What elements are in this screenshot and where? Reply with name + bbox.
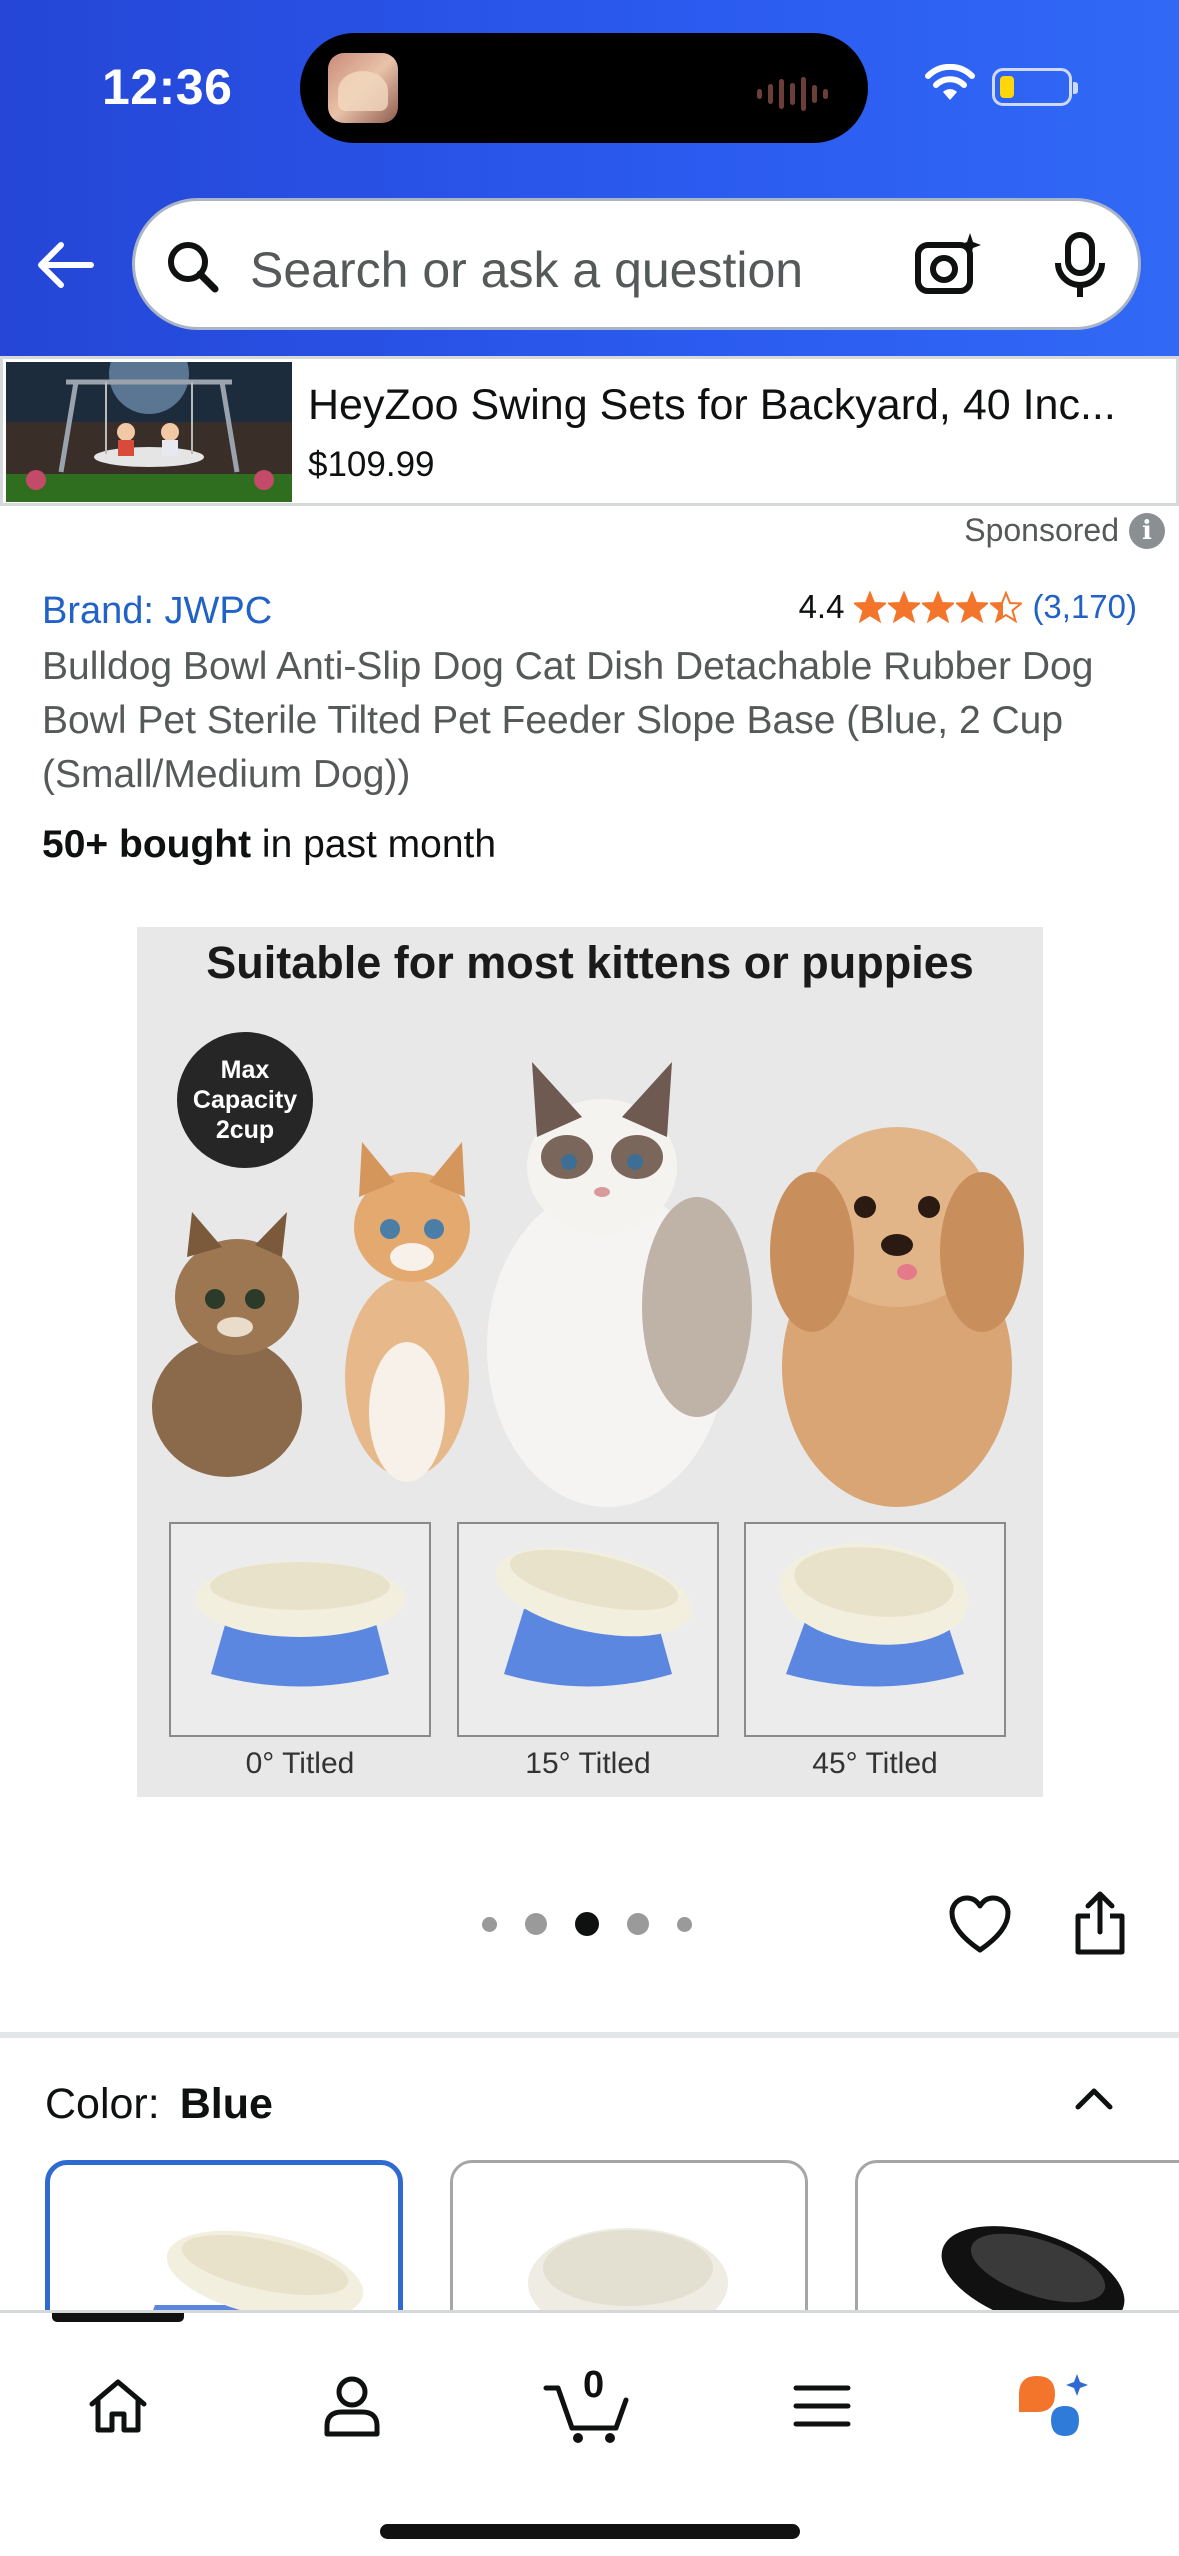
star-icon xyxy=(990,591,1023,623)
camera-search-icon[interactable] xyxy=(913,231,983,301)
heart-icon xyxy=(949,1895,1011,1953)
carousel-dot[interactable] xyxy=(575,1912,599,1936)
image-headline: Suitable for most kittens or puppies xyxy=(206,937,974,988)
assistant-icon xyxy=(1019,2374,1088,2436)
star-icon xyxy=(922,591,955,623)
capacity-badge-line-3: 2cup xyxy=(215,1116,275,1144)
sponsored-text: Sponsored xyxy=(964,512,1119,548)
color-label: Color: xyxy=(45,2080,160,2128)
bowl-45-degree-image xyxy=(744,1522,1006,1737)
carousel-dot[interactable] xyxy=(482,1916,497,1932)
nav-menu[interactable] xyxy=(772,2356,872,2456)
rating-summary[interactable]: 4.4 (3,170) xyxy=(799,588,1137,626)
capacity-badge-line-1: Max xyxy=(220,1056,270,1084)
bowl-illustration xyxy=(495,1547,693,1687)
bowl-illustration xyxy=(195,1561,405,1687)
active-tab-indicator xyxy=(52,2313,184,2322)
bottom-navigation: 0 xyxy=(0,2310,1179,2556)
bowl-label: 0° Titled xyxy=(245,1747,355,1780)
wifi-icon xyxy=(925,64,975,100)
collapse-color-button[interactable] xyxy=(1070,2075,1118,2128)
back-button[interactable] xyxy=(30,225,100,305)
search-icon xyxy=(168,242,219,293)
bought-in-past-month: 50+ bought in past month xyxy=(42,823,496,867)
rating-value: 4.4 xyxy=(798,588,845,625)
microphone-icon[interactable] xyxy=(1050,231,1110,301)
bought-count: 50+ bought xyxy=(42,823,252,866)
dynamic-island[interactable] xyxy=(300,33,868,143)
selected-color: Blue xyxy=(179,2080,273,2128)
carousel-dot[interactable] xyxy=(677,1916,692,1932)
cart-count: 0 xyxy=(583,2364,605,2406)
carousel-pagination[interactable] xyxy=(482,1912,692,1936)
hamburger-menu-icon xyxy=(793,2385,851,2427)
bought-period: in past month xyxy=(251,823,497,866)
search-input[interactable]: Search or ask a question xyxy=(250,241,803,299)
person-icon xyxy=(324,2376,380,2437)
ad-price: $109.99 xyxy=(308,445,435,484)
bowl-illustration xyxy=(779,1543,969,1687)
nav-cart[interactable]: 0 xyxy=(537,2356,637,2456)
arrow-left-icon xyxy=(38,242,94,288)
info-icon[interactable]: i xyxy=(1129,512,1165,549)
app-header: 12:36 Search or ask a question xyxy=(0,0,1179,356)
carousel-dot[interactable] xyxy=(627,1913,649,1935)
bowl-label: 15° Titled xyxy=(525,1747,651,1780)
nav-rufus-assistant[interactable] xyxy=(1005,2356,1105,2456)
carousel-dot[interactable] xyxy=(525,1913,547,1935)
share-button[interactable] xyxy=(1072,1890,1128,1961)
nav-account[interactable] xyxy=(302,2356,402,2456)
color-selector-label: Color: Blue xyxy=(45,2080,273,2129)
share-icon xyxy=(1075,1891,1125,1955)
product-title: Bulldog Bowl Anti-Slip Dog Cat Dish Deta… xyxy=(42,645,1094,796)
star-rating xyxy=(854,591,1023,623)
home-indicator[interactable] xyxy=(380,2524,800,2539)
section-divider xyxy=(0,2032,1179,2038)
chevron-up-icon xyxy=(1075,2088,1113,2110)
rating-count[interactable]: (3,170) xyxy=(1032,588,1137,626)
ad-title[interactable]: HeyZoo Swing Sets for Backyard, 40 Inc..… xyxy=(308,381,1168,430)
bowl-15-degree-image xyxy=(457,1522,719,1737)
home-icon xyxy=(89,2379,147,2433)
brand-link[interactable]: Brand: JWPC xyxy=(42,590,272,633)
now-playing-thumbnail xyxy=(328,53,398,123)
sponsored-ad-banner[interactable]: HeyZoo Swing Sets for Backyard, 40 Inc..… xyxy=(0,356,1179,506)
add-to-wishlist-button[interactable] xyxy=(948,1895,1012,1960)
status-time: 12:36 xyxy=(102,59,233,115)
audio-wave-icon xyxy=(757,77,828,111)
nav-home[interactable] xyxy=(68,2356,168,2456)
bowl-label: 45° Titled xyxy=(812,1747,938,1780)
battery-icon xyxy=(992,68,1078,106)
capacity-badge-line-2: Capacity xyxy=(192,1086,298,1114)
sponsored-label[interactable]: Sponsored i xyxy=(964,512,1165,549)
search-bar[interactable]: Search or ask a question xyxy=(132,198,1141,330)
star-icon xyxy=(888,591,921,623)
star-icon xyxy=(854,591,887,623)
ad-thumbnail xyxy=(6,362,292,502)
capacity-badge: Max Capacity 2cup xyxy=(177,1032,313,1168)
bowl-0-degree-image xyxy=(169,1522,431,1737)
product-image[interactable]: Suitable for most kittens or puppies Max… xyxy=(137,927,1043,1797)
star-icon xyxy=(956,591,989,623)
